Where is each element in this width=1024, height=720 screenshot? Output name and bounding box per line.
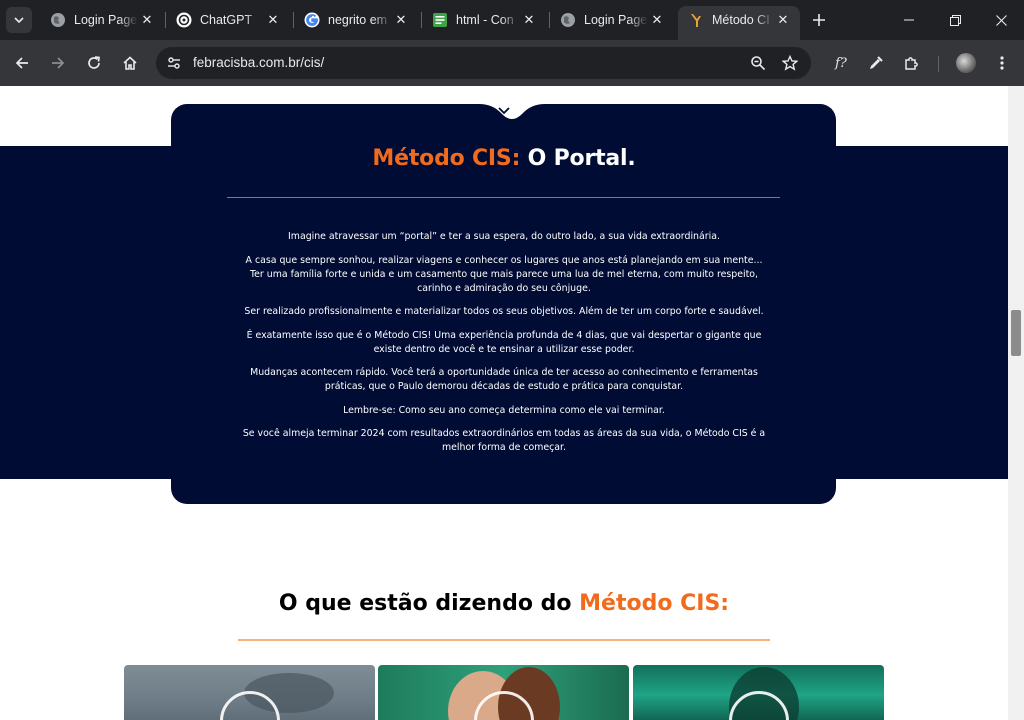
close-icon[interactable]: ✕	[648, 11, 666, 29]
more-vert-icon	[1000, 56, 1004, 70]
url-text[interactable]: febracisba.com.br/cis/	[193, 55, 324, 70]
card-paragraph: Se você almeja terminar 2024 com resulta…	[242, 428, 766, 453]
tab-login-page-1[interactable]: Login Page ✕	[40, 6, 164, 34]
home-button[interactable]	[118, 51, 142, 75]
testimonials-title-prefix: O que estão dizendo do	[278, 591, 572, 616]
card-paragraph: É exatamente isso que é o Método CIS! Um…	[246, 329, 762, 355]
testimonials-divider	[238, 639, 770, 641]
site-info-icon[interactable]	[164, 53, 184, 73]
function-extension-icon[interactable]: f?	[829, 51, 853, 75]
tab-chatgpt[interactable]: ChatGPT ✕	[166, 6, 290, 34]
tab-html-stackexchange[interactable]: html - Con ✕	[422, 6, 546, 34]
tab-title: html - Con	[456, 13, 514, 27]
card-paragraph: Mudanças acontecem rápido. Você terá a o…	[250, 367, 758, 392]
card-divider	[227, 197, 780, 198]
card-body: Imagine atravessar um “portal” e ter a s…	[240, 230, 768, 465]
reload-button[interactable]	[82, 51, 106, 75]
back-button[interactable]	[10, 51, 34, 75]
zoom-icon[interactable]	[749, 54, 767, 72]
card-paragraph: A casa que sempre sonhou, realizar viage…	[245, 254, 763, 294]
tab-title: Login Page	[74, 13, 138, 27]
card-title-accent: Método CIS:	[372, 146, 521, 171]
testimonial-video-2[interactable]	[378, 665, 629, 720]
new-tab-button[interactable]	[809, 10, 829, 30]
google-icon	[304, 12, 320, 28]
page-scrollbar[interactable]	[1008, 86, 1024, 720]
tab-metodo-cis[interactable]: Método CI ✕	[678, 6, 800, 40]
chatgpt-icon	[176, 12, 192, 28]
toolbar-divider	[938, 56, 939, 72]
card-title: Método CIS: O Portal.	[0, 146, 1008, 171]
tab-google-search[interactable]: negrito em ✕	[294, 6, 418, 34]
restore-icon	[949, 14, 961, 26]
arrow-right-icon	[52, 57, 65, 69]
stackexchange-icon	[432, 12, 448, 28]
testimonials-title-accent: Método CIS:	[579, 591, 730, 616]
testimonial-video-3[interactable]	[633, 665, 884, 720]
scrollbar-thumb[interactable]	[1011, 310, 1021, 356]
globe-icon	[560, 12, 576, 28]
close-icon[interactable]: ✕	[774, 11, 792, 29]
tab-title: ChatGPT	[200, 13, 253, 27]
testimonial-video-1[interactable]	[124, 665, 375, 720]
tab-search-button[interactable]	[6, 7, 32, 33]
eyedropper-extension-icon[interactable]	[864, 51, 888, 75]
plus-icon	[813, 14, 825, 26]
arrow-left-icon	[15, 57, 28, 69]
minimize-icon	[904, 19, 914, 21]
extensions-puzzle-icon[interactable]	[900, 51, 924, 75]
close-icon[interactable]: ✕	[392, 11, 410, 29]
menu-button[interactable]	[990, 51, 1014, 75]
close-icon[interactable]: ✕	[264, 11, 282, 29]
bookmark-star-icon[interactable]	[781, 54, 799, 72]
profile-avatar[interactable]	[956, 53, 976, 73]
testimonials-title: O que estão dizendo do Método CIS:	[0, 591, 1008, 616]
site-icon	[688, 12, 704, 28]
chevron-down-icon[interactable]	[497, 106, 511, 116]
address-bar[interactable]: febracisba.com.br/cis/	[156, 47, 811, 79]
card-notch	[479, 104, 545, 119]
chevron-down-icon	[14, 17, 24, 23]
minimize-button[interactable]	[886, 8, 932, 32]
reload-icon	[88, 56, 100, 69]
close-window-button[interactable]	[978, 8, 1024, 32]
home-icon	[123, 56, 137, 70]
card-paragraph: Ser realizado profissionalmente e materi…	[244, 306, 764, 317]
card-title-rest: O Portal.	[527, 146, 636, 171]
card-paragraph: Imagine atravessar um “portal” e ter a s…	[288, 231, 720, 242]
close-icon[interactable]: ✕	[138, 11, 156, 29]
tab-strip: Login Page ✕ ChatGPT ✕ negrito em ✕ html…	[0, 0, 1024, 40]
tab-title: Método CI	[712, 13, 770, 27]
tab-title: Login Page	[584, 13, 648, 27]
close-icon	[995, 14, 1007, 26]
tab-login-page-2[interactable]: Login Page ✕	[550, 6, 674, 34]
forward-button[interactable]	[46, 51, 70, 75]
browser-toolbar: febracisba.com.br/cis/ f?	[0, 40, 1024, 86]
card-paragraph: Lembre-se: Como seu ano começa determina…	[343, 404, 665, 416]
close-icon[interactable]: ✕	[520, 11, 538, 29]
page-viewport: Método CIS: O Portal. Imagine atravessar…	[0, 86, 1008, 720]
restore-button[interactable]	[932, 8, 978, 32]
tab-title: negrito em	[328, 13, 388, 27]
globe-icon	[50, 12, 66, 28]
